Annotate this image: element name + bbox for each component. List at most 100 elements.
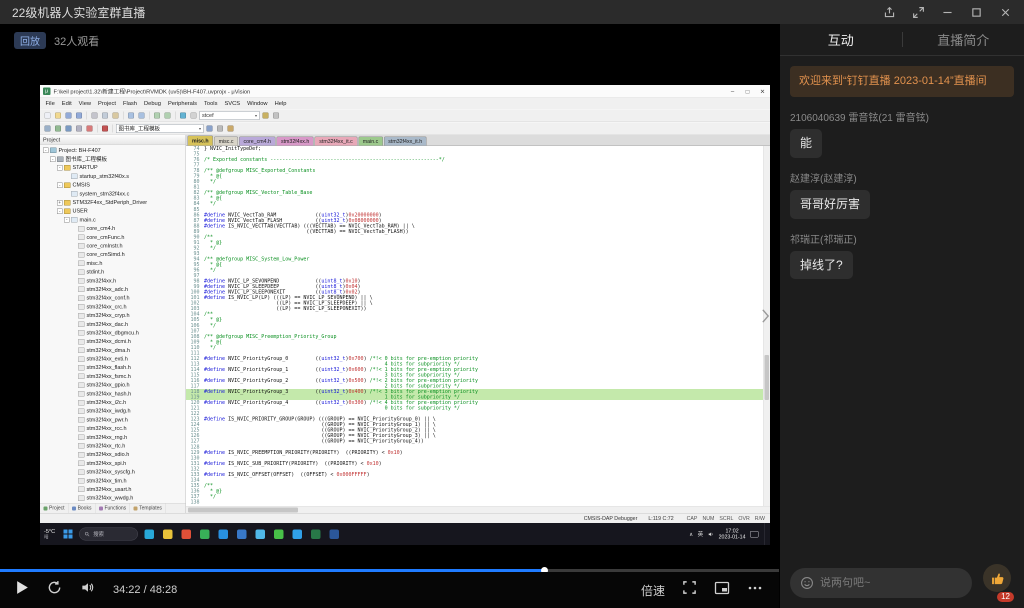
new-file-icon[interactable] bbox=[43, 111, 52, 120]
tree-item-stm32f4xx_syscfg.h[interactable]: stm32f4xx_syscfg.h bbox=[40, 468, 186, 477]
incremental-find-icon[interactable] bbox=[272, 111, 281, 120]
hscroll-thumb[interactable] bbox=[188, 507, 298, 513]
share-icon[interactable] bbox=[883, 6, 896, 19]
menu-view[interactable]: View bbox=[75, 101, 94, 107]
tree-item-stm32f4xx_flash.h[interactable]: stm32f4xx_flash.h bbox=[40, 363, 186, 372]
menu-debug[interactable]: Debug bbox=[141, 101, 165, 107]
tree-item-stm32f4xx_rng.h[interactable]: stm32f4xx_rng.h bbox=[40, 433, 186, 442]
fullscreen-button[interactable] bbox=[682, 580, 697, 600]
save-icon[interactable] bbox=[64, 111, 73, 120]
wechat-icon[interactable] bbox=[271, 527, 286, 542]
save-all-icon[interactable] bbox=[75, 111, 84, 120]
taskbar-clock[interactable]: 17:02 2023-01-14 bbox=[719, 528, 746, 541]
editor-hscrollbar[interactable] bbox=[186, 506, 770, 513]
file-explorer-icon[interactable] bbox=[160, 527, 175, 542]
action-center-icon[interactable] bbox=[750, 530, 759, 538]
paste-icon[interactable] bbox=[111, 111, 120, 120]
tab-interaction[interactable]: 互动 bbox=[780, 24, 902, 55]
more-options-button[interactable] bbox=[747, 581, 763, 600]
volume-button[interactable] bbox=[80, 580, 95, 600]
tree-item-STARTUP[interactable]: - STARTUP bbox=[40, 163, 186, 172]
edge-icon[interactable] bbox=[142, 527, 157, 542]
editor-tab-misc.c[interactable]: misc.c bbox=[214, 136, 239, 146]
minimize-icon[interactable] bbox=[941, 6, 954, 19]
tray-chevron-icon[interactable]: ∧ bbox=[689, 531, 693, 537]
find-icon[interactable] bbox=[189, 111, 198, 120]
360-browser-icon[interactable] bbox=[197, 527, 212, 542]
tree-item-core_cmFunc.h[interactable]: core_cmFunc.h bbox=[40, 233, 186, 242]
menu-project[interactable]: Project bbox=[95, 101, 120, 107]
tree-item-stm32f4xx_exti.h[interactable]: stm32f4xx_exti.h bbox=[40, 355, 186, 364]
fullscreen-window-icon[interactable] bbox=[912, 6, 925, 19]
build-icon[interactable] bbox=[54, 124, 63, 133]
tree-item-stm32f4xx_iwdg.h[interactable]: stm32f4xx_iwdg.h bbox=[40, 407, 186, 416]
rebuild-icon[interactable] bbox=[64, 124, 73, 133]
tree-item-core_cmSimd.h[interactable]: core_cmSimd.h bbox=[40, 250, 186, 259]
store-icon[interactable] bbox=[216, 527, 231, 542]
menu-window[interactable]: Window bbox=[244, 101, 271, 107]
tree-item-stm32f4xx_dac.h[interactable]: stm32f4xx_dac.h bbox=[40, 320, 186, 329]
maximize-icon[interactable] bbox=[970, 6, 983, 19]
keil-maximize-icon[interactable]: □ bbox=[740, 85, 755, 98]
translate-icon[interactable] bbox=[43, 124, 52, 133]
code-line-138[interactable]: 138 bbox=[186, 500, 763, 506]
undo-icon[interactable] bbox=[127, 111, 136, 120]
menu-help[interactable]: Help bbox=[271, 101, 290, 107]
tree-item-system_stm32f4xx.c[interactable]: system_stm32f4xx.c bbox=[40, 189, 186, 198]
chrome-icon[interactable] bbox=[179, 527, 194, 542]
photos-icon[interactable] bbox=[253, 527, 268, 542]
code-editor[interactable]: 74} NVIC_InitTypeDef; 75 76/* Exported con… bbox=[186, 146, 770, 506]
tree-expander-icon[interactable]: - bbox=[64, 217, 70, 223]
keil-minimize-icon[interactable]: – bbox=[725, 85, 740, 98]
chat-input[interactable] bbox=[820, 577, 962, 589]
word-icon[interactable] bbox=[327, 527, 342, 542]
tree-item-stm32f4xx_conf.h[interactable]: stm32f4xx_conf.h bbox=[40, 294, 186, 303]
menu-file[interactable]: File bbox=[42, 101, 58, 107]
chat-input-pill[interactable] bbox=[790, 568, 972, 598]
tree-item-CMSIS[interactable]: - CMSIS bbox=[40, 181, 186, 190]
jump-back-icon[interactable] bbox=[153, 111, 162, 120]
tree-item-core_cm4.h[interactable]: core_cm4.h bbox=[40, 224, 186, 233]
target-options-icon[interactable] bbox=[205, 124, 214, 133]
ime-indicator[interactable]: 英 bbox=[698, 530, 704, 538]
find-combo[interactable]: stcef ▾ bbox=[199, 111, 260, 120]
manage-books-icon[interactable] bbox=[226, 124, 235, 133]
tree-item-misc.h[interactable]: misc.h bbox=[40, 259, 186, 268]
find-in-files-icon[interactable] bbox=[261, 111, 270, 120]
tree-item-stm32f4xx_hash.h[interactable]: stm32f4xx_hash.h bbox=[40, 389, 186, 398]
tree-expander-icon[interactable]: + bbox=[57, 199, 63, 206]
tree-item-USER[interactable]: - USER bbox=[40, 207, 186, 216]
menu-tools[interactable]: Tools bbox=[201, 101, 221, 107]
bookmark-icon[interactable] bbox=[179, 111, 188, 120]
panel-tab-functions[interactable]: Functions bbox=[95, 503, 131, 513]
tree-item-stm32f4xx_fsmc.h[interactable]: stm32f4xx_fsmc.h bbox=[40, 372, 186, 381]
editor-tab-core_cm4.h[interactable]: core_cm4.h bbox=[239, 136, 276, 146]
tree-item-stm32f4xx_usart.h[interactable]: stm32f4xx_usart.h bbox=[40, 485, 186, 494]
tree-item-stm32f4xx_crc.h[interactable]: stm32f4xx_crc.h bbox=[40, 303, 186, 312]
tree-item-stm32f4xx_dbgmcu.h[interactable]: stm32f4xx_dbgmcu.h bbox=[40, 329, 186, 338]
tree-expander-icon[interactable]: - bbox=[57, 182, 63, 188]
start-button[interactable] bbox=[61, 527, 76, 542]
keil-close-icon[interactable]: ✕ bbox=[755, 85, 770, 98]
tree-expander-icon[interactable]: - bbox=[50, 156, 56, 162]
editor-tab-stm32f4xx_it.h[interactable]: stm32f4xx_it.h bbox=[383, 136, 427, 146]
panel-tab-books[interactable]: Books bbox=[69, 503, 96, 513]
menu-flash[interactable]: Flash bbox=[119, 101, 140, 107]
tree-item-stdint.h[interactable]: stdint.h bbox=[40, 268, 186, 277]
tree-item-stm32f4xx_dma.h[interactable]: stm32f4xx_dma.h bbox=[40, 346, 186, 355]
tree-item-stm32f4xx_gpio.h[interactable]: stm32f4xx_gpio.h bbox=[40, 381, 186, 390]
editor-tab-stm32f4xx.h[interactable]: stm32f4xx.h bbox=[276, 136, 314, 146]
jump-forward-icon[interactable] bbox=[163, 111, 172, 120]
vscroll-thumb[interactable] bbox=[764, 354, 769, 400]
tree-item-stm32f4xx_rcc.h[interactable]: stm32f4xx_rcc.h bbox=[40, 424, 186, 433]
editor-tab-misc.h[interactable]: misc.h bbox=[187, 135, 214, 146]
play-button[interactable] bbox=[16, 580, 29, 600]
batch-build-icon[interactable] bbox=[75, 124, 84, 133]
tree-item-startup_stm32f40x.s[interactable]: startup_stm32f40x.s bbox=[40, 172, 186, 181]
open-file-icon[interactable] bbox=[54, 111, 63, 120]
mail-icon[interactable] bbox=[234, 527, 249, 542]
tree-expander-icon[interactable]: - bbox=[57, 208, 63, 214]
replay-button[interactable] bbox=[47, 580, 62, 600]
tree-item-stm32f4xx_spi.h[interactable]: stm32f4xx_spi.h bbox=[40, 459, 186, 468]
tree-item-stm32f4xx_tim.h[interactable]: stm32f4xx_tim.h bbox=[40, 476, 186, 485]
